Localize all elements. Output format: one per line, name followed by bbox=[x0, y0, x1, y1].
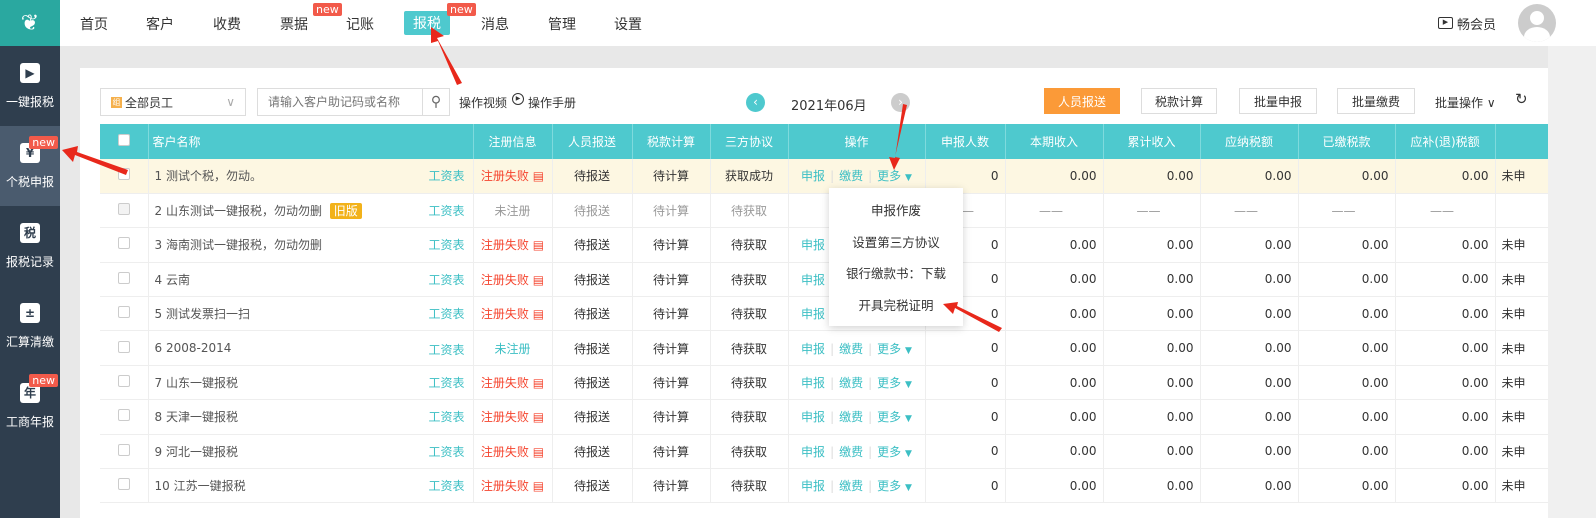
arrow-to-certificate bbox=[943, 302, 1002, 332]
arrow-to-more bbox=[889, 104, 907, 170]
arrow-to-personal-tax bbox=[62, 146, 128, 175]
annotation-arrows bbox=[62, 27, 1002, 332]
arrow-to-tax-tab bbox=[431, 27, 462, 85]
